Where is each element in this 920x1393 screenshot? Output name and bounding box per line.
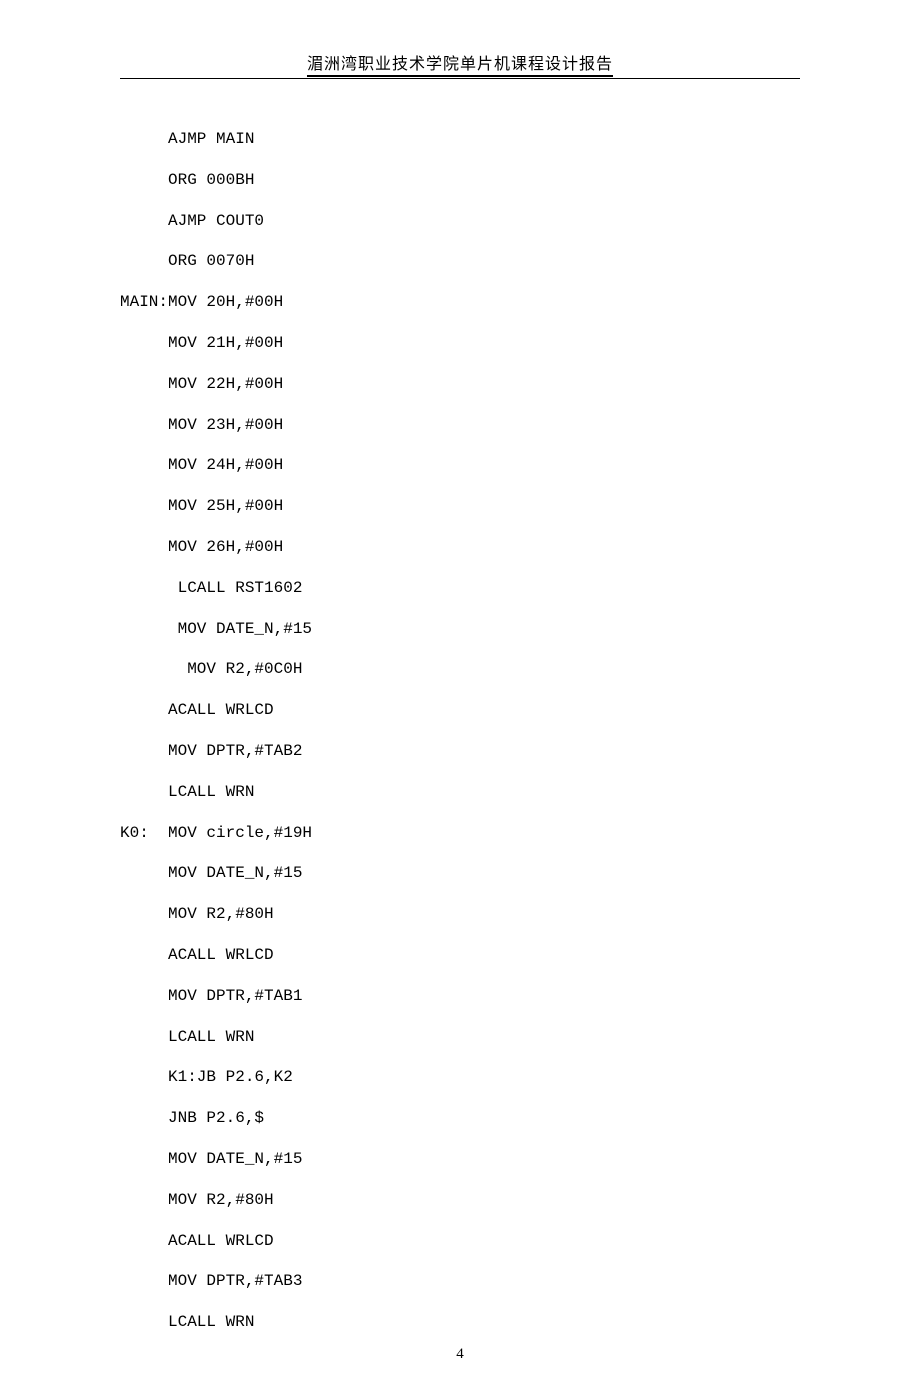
code-instruction: MOV DPTR,#TAB2	[168, 742, 302, 760]
code-line: AJMP COUT0	[120, 201, 800, 242]
code-instruction: AJMP COUT0	[168, 212, 264, 230]
code-instruction: ORG 0070H	[168, 252, 254, 270]
code-instruction: MOV circle,#19H	[168, 824, 312, 842]
code-line: MOV 24H,#00H	[120, 445, 800, 486]
code-line: MOV DPTR,#TAB2	[120, 731, 800, 772]
code-line: MOV 22H,#00H	[120, 364, 800, 405]
code-line: MOV DATE_N,#15	[120, 853, 800, 894]
page-header-title: 湄洲湾职业技术学院单片机课程设计报告	[120, 50, 800, 74]
code-instruction: MOV DATE_N,#15	[168, 620, 312, 638]
code-line: ACALL WRLCD	[120, 690, 800, 731]
code-line: LCALL RST1602	[120, 568, 800, 609]
code-instruction: LCALL WRN	[168, 1028, 254, 1046]
code-instruction: MOV DPTR,#TAB3	[168, 1272, 302, 1290]
code-instruction: K1:JB P2.6,K2	[168, 1068, 293, 1086]
code-listing: AJMP MAINORG 000BHAJMP COUT0ORG 0070HMAI…	[120, 119, 800, 1343]
code-line: MOV DPTR,#TAB1	[120, 976, 800, 1017]
code-line: MOV DATE_N,#15	[120, 1139, 800, 1180]
code-label: MAIN:	[120, 282, 168, 323]
code-instruction: MOV 22H,#00H	[168, 375, 283, 393]
code-instruction: MOV 25H,#00H	[168, 497, 283, 515]
code-line: MOV 26H,#00H	[120, 527, 800, 568]
code-instruction: ACALL WRLCD	[168, 701, 274, 719]
code-line: AJMP MAIN	[120, 119, 800, 160]
code-line: MOV 23H,#00H	[120, 405, 800, 446]
header-rule	[120, 78, 800, 79]
code-line: ORG 000BH	[120, 160, 800, 201]
code-instruction: MOV DPTR,#TAB1	[168, 987, 302, 1005]
code-instruction: LCALL WRN	[168, 1313, 254, 1331]
code-line: MOV 25H,#00H	[120, 486, 800, 527]
code-instruction: ORG 000BH	[168, 171, 254, 189]
code-line: JNB P2.6,$	[120, 1098, 800, 1139]
code-line: MOV 21H,#00H	[120, 323, 800, 364]
code-instruction: MOV 21H,#00H	[168, 334, 283, 352]
code-line: K0:MOV circle,#19H	[120, 813, 800, 854]
code-instruction: LCALL WRN	[168, 783, 254, 801]
code-line: MOV DPTR,#TAB3	[120, 1261, 800, 1302]
code-instruction: MOV R2,#0C0H	[168, 660, 302, 678]
code-line: MOV R2,#80H	[120, 1180, 800, 1221]
code-line: ACALL WRLCD	[120, 1221, 800, 1262]
code-instruction: AJMP MAIN	[168, 130, 254, 148]
code-line: LCALL WRN	[120, 772, 800, 813]
code-instruction: MOV DATE_N,#15	[168, 864, 302, 882]
code-line: K1:JB P2.6,K2	[120, 1057, 800, 1098]
code-instruction: MOV 24H,#00H	[168, 456, 283, 474]
code-line: MOV R2,#0C0H	[120, 649, 800, 690]
page-number: 4	[0, 1346, 920, 1363]
code-instruction: MOV 26H,#00H	[168, 538, 283, 556]
code-line: ACALL WRLCD	[120, 935, 800, 976]
code-instruction: MOV 20H,#00H	[168, 293, 283, 311]
code-instruction: MOV 23H,#00H	[168, 416, 283, 434]
code-instruction: JNB P2.6,$	[168, 1109, 264, 1127]
code-line: MAIN:MOV 20H,#00H	[120, 282, 800, 323]
code-line: LCALL WRN	[120, 1017, 800, 1058]
code-instruction: ACALL WRLCD	[168, 946, 274, 964]
code-instruction: MOV DATE_N,#15	[168, 1150, 302, 1168]
code-instruction: MOV R2,#80H	[168, 1191, 274, 1209]
code-instruction: MOV R2,#80H	[168, 905, 274, 923]
code-instruction: LCALL RST1602	[168, 579, 302, 597]
code-instruction: ACALL WRLCD	[168, 1232, 274, 1250]
code-line: LCALL WRN	[120, 1302, 800, 1343]
code-line: MOV DATE_N,#15	[120, 609, 800, 650]
document-page: 湄洲湾职业技术学院单片机课程设计报告 AJMP MAIN ORG 000BH AJM…	[0, 0, 920, 1393]
code-label: K0:	[120, 813, 168, 854]
code-line: MOV R2,#80H	[120, 894, 800, 935]
code-line: ORG 0070H	[120, 241, 800, 282]
